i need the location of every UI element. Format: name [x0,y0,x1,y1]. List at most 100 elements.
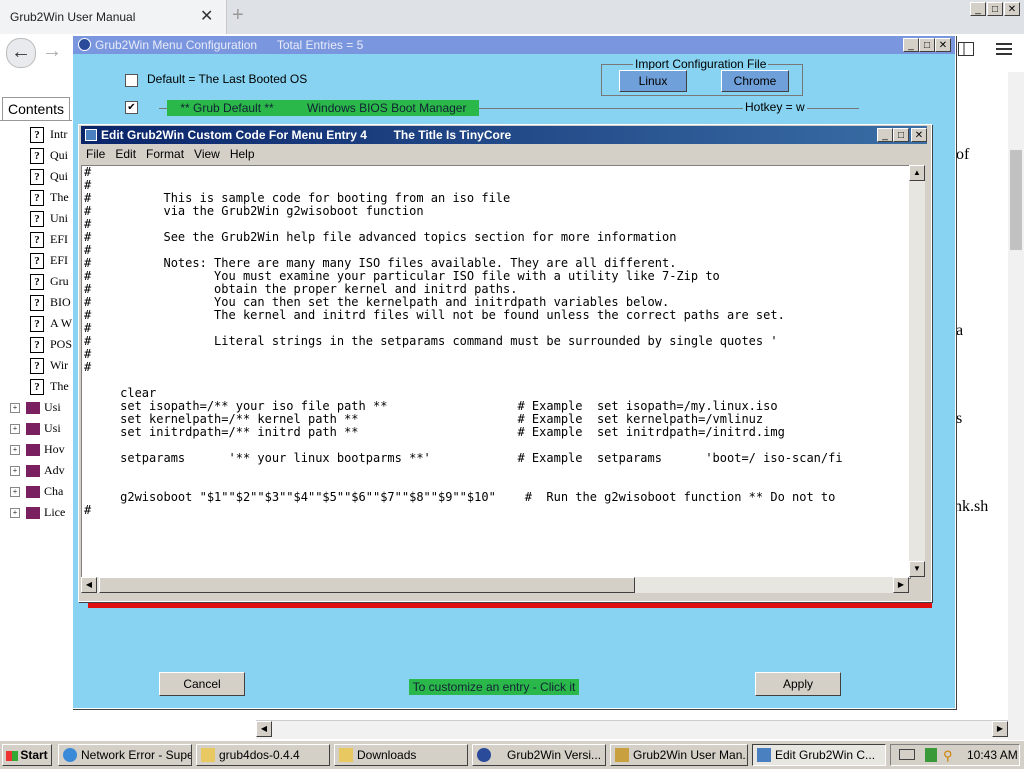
customize-entry-hint[interactable]: To customize an entry - Click it [409,679,579,695]
toc-item[interactable]: + Usi [10,400,61,421]
task-network-error[interactable]: Network Error - Supe... [58,744,192,766]
toc-item[interactable]: + Lice [10,505,65,526]
toc-item[interactable]: ? Qui [10,169,68,190]
book-icon [26,402,40,415]
import-config-label: Import Configuration File [633,57,769,71]
expand-icon[interactable]: + [10,487,20,498]
grub2win-app-icon [477,748,491,762]
close-icon[interactable]: ✕ [935,38,951,52]
help-page-icon: ? [30,379,44,396]
back-arrow-icon[interactable]: ← [6,38,36,68]
hotkey-label: Hotkey = w [743,100,807,114]
toc-item[interactable]: ? Wir [10,358,68,379]
toc-item[interactable]: ? EFI [10,253,68,274]
scroll-down-icon[interactable]: ▼ [909,561,925,577]
notepad-icon [85,129,97,141]
expand-icon[interactable]: + [10,466,20,477]
toc-item[interactable]: ? Qui [10,148,68,169]
toc-item[interactable]: ? EFI [10,232,68,253]
system-tray: ⚲ 10:43 AM [890,744,1020,766]
cancel-button[interactable]: Cancel [159,672,245,696]
apply-button[interactable]: Apply [755,672,841,696]
task-edit-grub2win[interactable]: Edit Grub2Win C... [752,744,886,766]
browser-tab[interactable]: Grub2Win User Manual ✕ [0,0,227,34]
toc-item[interactable]: ? BIO [10,295,71,316]
maximize-icon[interactable]: □ [893,128,909,142]
expand-icon[interactable]: + [10,445,20,456]
help-page-icon: ? [30,169,44,186]
clock: 10:43 AM [967,748,1018,762]
import-chrome-button[interactable]: Chrome [721,70,789,92]
expand-icon[interactable]: + [10,508,20,519]
menu-format[interactable]: Format [141,145,189,163]
scroll-left-icon[interactable]: ◀ [256,721,272,737]
menu-view[interactable]: View [189,145,225,163]
new-tab-icon[interactable]: + [232,4,244,27]
entry-checkbox[interactable]: ✔ [125,101,138,114]
forward-arrow-icon[interactable]: → [38,38,66,66]
code-text[interactable]: # # # This is sample code for booting fr… [84,166,843,517]
code-vertical-scrollbar[interactable]: ▲ ▼ [909,165,925,577]
code-horizontal-scrollbar[interactable]: ◀ ▶ [81,577,909,593]
search-icon[interactable]: ⚲ [943,748,953,764]
menu-entry-default[interactable]: ** Grub Default ** Windows BIOS Boot Man… [167,100,479,116]
menu-edit[interactable]: Edit [110,145,141,163]
help-book-icon [615,748,629,762]
toc-item[interactable]: + Hov [10,442,65,463]
toc-item[interactable]: ? POS [10,337,72,358]
document-text-fragment: of [956,146,970,163]
document-text-fragment: s [956,410,963,427]
code-hscroll-thumb[interactable] [99,577,635,593]
toc-item-label: Qui [50,148,68,162]
hamburger-menu-icon[interactable] [996,40,1012,61]
toc-item[interactable]: ? Gru [10,274,69,295]
scroll-left-icon[interactable]: ◀ [81,577,97,593]
keyboard-icon[interactable] [899,749,915,760]
sidebar-toggle-icon[interactable] [958,42,974,61]
task-label: Grub2Win User Man... [633,748,748,762]
menu-file[interactable]: File [81,145,110,163]
help-page-icon: ? [30,232,44,249]
toc-item[interactable]: ? A W [10,316,72,337]
help-page-icon: ? [30,148,44,165]
minimize-icon[interactable]: _ [877,128,893,142]
book-icon [26,465,40,478]
toc-item[interactable]: + Usi [10,421,61,442]
start-button[interactable]: Start [2,744,52,766]
minimize-icon[interactable]: _ [970,2,986,16]
toc-item[interactable]: ? Intr [10,127,67,148]
task-user-manual[interactable]: Grub2Win User Man... [610,744,748,766]
grub2win-app-icon [78,38,91,51]
windows-logo-icon [6,750,19,761]
default-os-checkbox[interactable] [125,74,138,87]
start-label: Start [20,748,48,762]
scroll-up-icon[interactable]: ▲ [909,165,925,181]
tab-close-icon[interactable]: ✕ [200,6,213,26]
code-editor[interactable]: # # # This is sample code for booting fr… [81,165,911,579]
close-icon[interactable]: ✕ [1004,2,1020,16]
scroll-right-icon[interactable]: ▶ [893,577,909,593]
toc-item[interactable]: ? Uni [10,211,68,232]
toc-item[interactable]: ? The [10,190,69,211]
document-scroll-thumb[interactable] [1010,150,1022,250]
network-icon[interactable] [925,748,937,762]
expand-icon[interactable]: + [10,424,20,435]
tab-contents[interactable]: Contents [2,97,70,120]
toc-item-label: Lice [44,505,66,519]
menu-help[interactable]: Help [225,145,260,163]
task-grub4dos[interactable]: grub4dos-0.4.4 [196,744,330,766]
toc-item[interactable]: + Cha [10,484,63,505]
close-icon[interactable]: ✕ [911,128,927,142]
import-linux-button[interactable]: Linux [619,70,687,92]
maximize-icon[interactable]: □ [987,2,1003,16]
task-grub2win-version[interactable]: Grub2Win Versi... [472,744,606,766]
task-downloads[interactable]: Downloads [334,744,468,766]
maximize-icon[interactable]: □ [919,38,935,52]
toc-item[interactable]: + Adv [10,463,65,484]
expand-icon[interactable]: + [10,403,20,414]
scroll-right-icon[interactable]: ▶ [992,721,1008,737]
minimize-icon[interactable]: _ [903,38,919,52]
document-horizontal-scrollbar[interactable]: ◀ ▶ [256,720,1008,739]
toc-item[interactable]: ? The [10,379,69,400]
toc-item-label: Wir [50,358,69,372]
